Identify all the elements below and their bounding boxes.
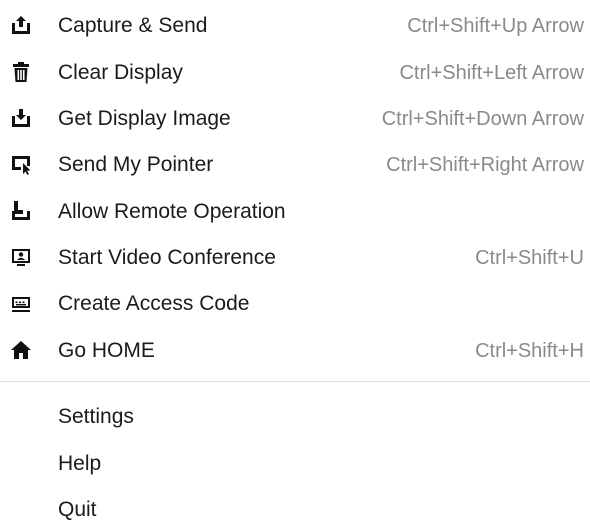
- menu-item-label: Create Access Code: [58, 292, 250, 315]
- menu-item-settings[interactable]: Settings: [0, 397, 590, 437]
- menu-item-send-my-pointer[interactable]: Send My Pointer Ctrl+Shift+Right Arrow: [0, 145, 590, 185]
- menu-item-shortcut: Ctrl+Shift+H: [475, 340, 584, 362]
- menu-item-go-home[interactable]: Go HOME Ctrl+Shift+H: [0, 331, 590, 371]
- menu-divider: [0, 381, 590, 382]
- menu-item-shortcut: Ctrl+Shift+Up Arrow: [407, 15, 584, 37]
- menu-item-label: Settings: [58, 405, 134, 428]
- pointer-screen-icon: [10, 153, 32, 175]
- keyboard-icon: [10, 292, 32, 314]
- menu-item-label: Send My Pointer: [58, 153, 214, 176]
- menu-item-label: Start Video Conference: [58, 246, 276, 269]
- context-menu: Capture & Send Ctrl+Shift+Up Arrow Clear…: [0, 0, 590, 521]
- menu-item-label: Help: [58, 452, 102, 475]
- remote-operation-icon: [10, 200, 32, 222]
- menu-item-shortcut: Ctrl+Shift+U: [475, 247, 584, 269]
- download-tray-icon: [10, 107, 32, 129]
- trash-icon: [10, 61, 32, 83]
- menu-item-label: Go HOME: [58, 339, 155, 362]
- menu-item-label: Capture & Send: [58, 14, 208, 37]
- menu-item-allow-remote-operation[interactable]: Allow Remote Operation: [0, 192, 590, 232]
- home-icon: [10, 339, 32, 361]
- menu-item-shortcut: Ctrl+Shift+Down Arrow: [381, 108, 584, 130]
- video-conference-icon: [10, 246, 32, 268]
- upload-tray-icon: [10, 14, 32, 36]
- menu-item-start-video-conference[interactable]: Start Video Conference Ctrl+Shift+U: [0, 238, 590, 278]
- menu-item-shortcut: Ctrl+Shift+Right Arrow: [386, 154, 584, 176]
- menu-item-label: Clear Display: [58, 61, 183, 84]
- menu-item-capture-send[interactable]: Capture & Send Ctrl+Shift+Up Arrow: [0, 6, 590, 46]
- menu-item-help[interactable]: Help: [0, 444, 590, 484]
- menu-item-clear-display[interactable]: Clear Display Ctrl+Shift+Left Arrow: [0, 53, 590, 93]
- menu-item-label: Allow Remote Operation: [58, 200, 286, 223]
- menu-item-label: Get Display Image: [58, 107, 231, 130]
- menu-item-create-access-code[interactable]: Create Access Code: [0, 284, 590, 324]
- menu-item-shortcut: Ctrl+Shift+Left Arrow: [399, 62, 584, 84]
- menu-item-label: Quit: [58, 498, 97, 521]
- menu-item-get-display-image[interactable]: Get Display Image Ctrl+Shift+Down Arrow: [0, 99, 590, 139]
- menu-item-quit[interactable]: Quit: [0, 490, 590, 521]
